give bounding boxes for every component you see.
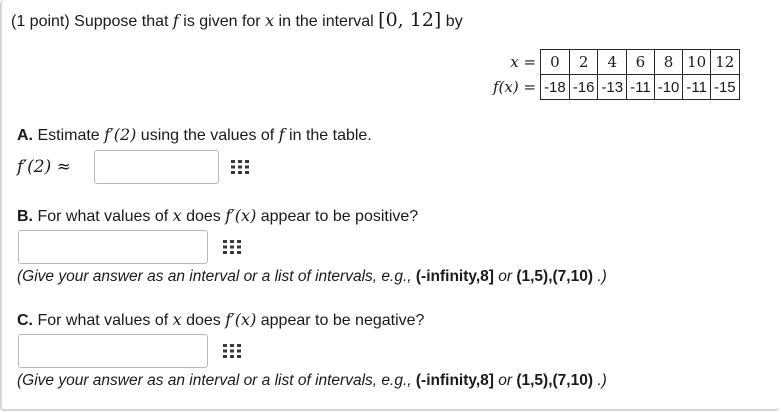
part-b-answer-input[interactable] <box>18 230 208 264</box>
x-cell: 8 <box>653 49 684 75</box>
part-c-hint: (Give your answer as an interval or a li… <box>17 372 607 389</box>
part-a-answer-label: f′(2) ≈ <box>17 157 71 177</box>
part-c-equation-editor-button[interactable] <box>212 336 252 366</box>
f-cell: -10 <box>653 74 684 100</box>
x-cell: 2 <box>568 49 599 75</box>
part-c-answer-input[interactable] <box>18 334 208 368</box>
grid-icon <box>223 344 241 358</box>
x-cell: 4 <box>597 49 628 75</box>
part-a-equation-editor-button[interactable] <box>220 152 260 182</box>
part-c-question: C. For what values of x does f′(x) appea… <box>17 310 425 329</box>
part-b-hint: (Give your answer as an interval or a li… <box>17 268 607 285</box>
part-b-equation-editor-button[interactable] <box>212 232 252 262</box>
table-row-f: f(x) = -18 -16 -13 -11 -10 -11 -15 <box>490 74 740 100</box>
grid-icon <box>223 240 241 254</box>
table-row-x: x = 0 2 4 6 8 10 12 <box>490 49 740 75</box>
f-cell: -15 <box>709 74 740 100</box>
part-a-question: A. Estimate f′(2) using the values of f … <box>17 125 372 144</box>
x-cell: 6 <box>626 49 655 75</box>
problem-intro: (1 point) Suppose that f is given for x … <box>11 9 463 31</box>
f-cell: -11 <box>626 74 655 100</box>
f-cell: -16 <box>568 74 599 100</box>
x-cell: 0 <box>540 49 570 75</box>
part-a-answer-input[interactable] <box>94 150 219 184</box>
f-label: f(x) = <box>490 74 542 100</box>
x-cell: 12 <box>709 49 740 75</box>
f-cell: -11 <box>682 74 711 100</box>
f-cell: -18 <box>540 74 570 100</box>
f-cell: -13 <box>597 74 628 100</box>
grid-icon <box>231 160 249 174</box>
x-label: x = <box>490 49 542 75</box>
values-table: x = 0 2 4 6 8 10 12 f(x) = -18 -16 -13 -… <box>490 49 740 100</box>
part-b-question: B. For what values of x does f′(x) appea… <box>17 206 419 225</box>
x-cell: 10 <box>682 49 711 75</box>
